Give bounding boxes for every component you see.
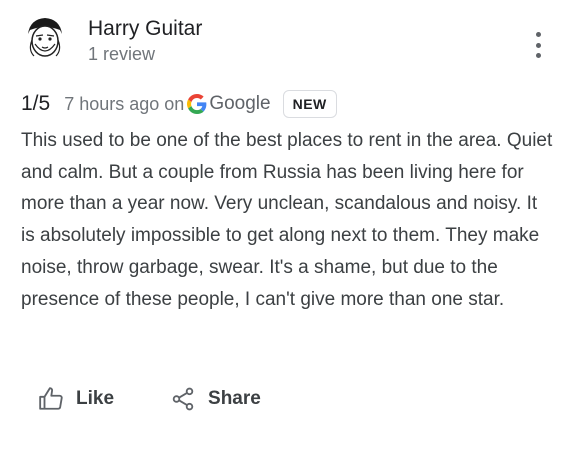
google-g-icon — [187, 94, 207, 114]
more-vert-icon — [535, 32, 541, 37]
share-label: Share — [208, 388, 261, 409]
more-vert-icon-dot — [535, 53, 541, 58]
thumbs-up-icon — [39, 387, 63, 410]
avatar[interactable] — [22, 14, 68, 60]
author-review-count: 1 review — [88, 44, 156, 64]
review-source: Google — [209, 93, 271, 114]
author-info: Harry Guitar 1 review — [88, 17, 202, 65]
avatar-sketch-icon — [23, 15, 67, 59]
new-badge: NEW — [282, 90, 337, 118]
review-meta: 1/5 7 hours ago on Google NEW — [21, 89, 337, 119]
share-icon — [172, 387, 194, 411]
more-options-button[interactable] — [532, 32, 544, 58]
review-text: This used to be one of the best places t… — [21, 130, 553, 310]
review-time: 7 hours ago — [64, 93, 160, 114]
on-label: on — [164, 93, 185, 114]
like-label: Like — [76, 388, 115, 409]
rating: 1/5 — [21, 92, 51, 115]
share-button[interactable]: Share — [170, 386, 261, 412]
more-vert-icon-dot — [535, 42, 541, 48]
like-button[interactable]: Like — [38, 386, 114, 412]
review-header: Harry Guitar 1 review — [22, 14, 552, 66]
review-actions: Like Share — [38, 386, 261, 412]
author-name[interactable]: Harry Guitar — [88, 17, 202, 41]
